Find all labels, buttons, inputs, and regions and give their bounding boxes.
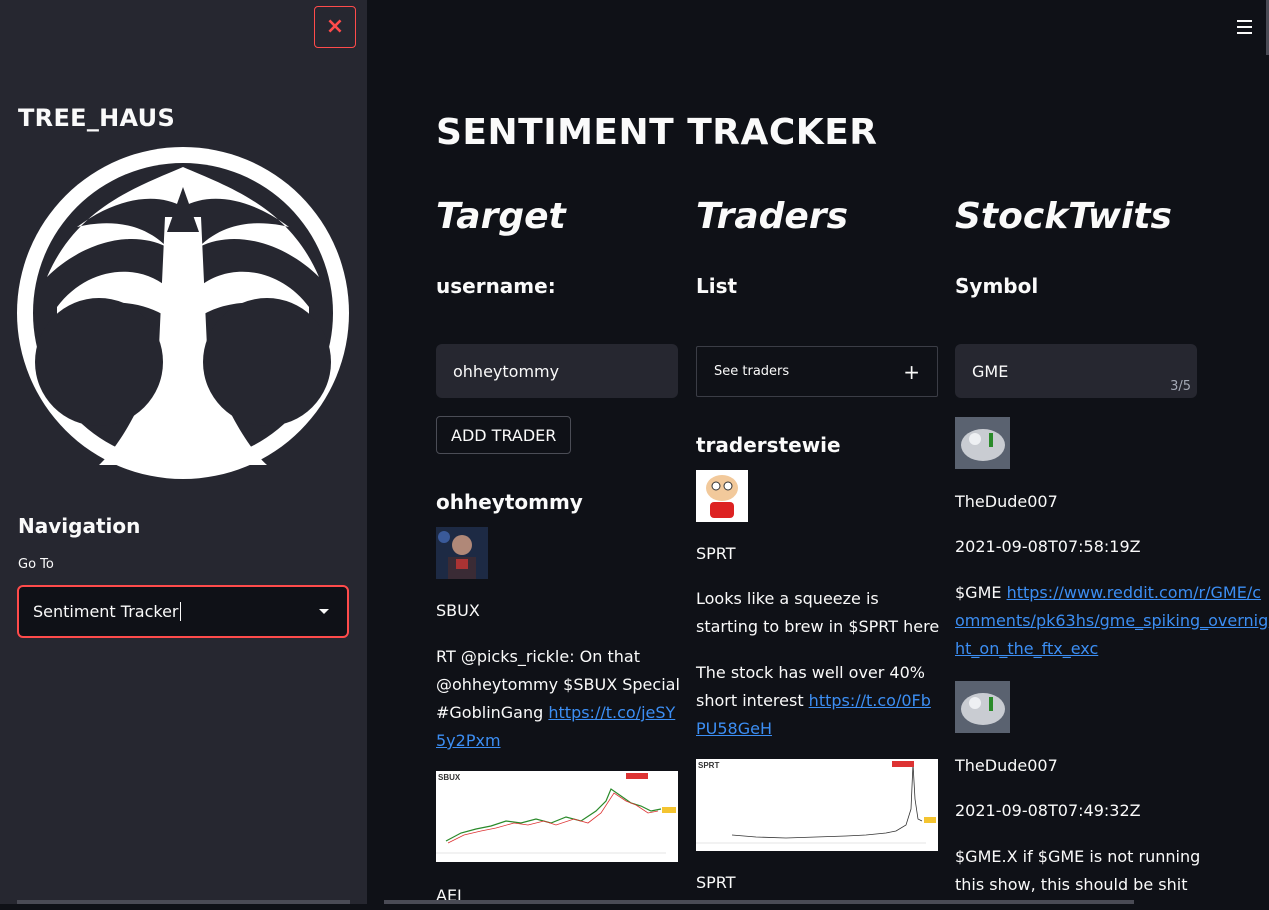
brand-title: TREE_HAUS — [18, 104, 176, 132]
stocktwits-column: StockTwits Symbol GME 3/5 — [955, 196, 1197, 398]
goto-label: Go To — [18, 557, 54, 572]
stock-chart-image: SBUX — [436, 771, 678, 862]
trader-post-text-2: The stock has well over 40% short intere… — [696, 659, 936, 743]
traders-column: Traders List See traders + — [696, 196, 938, 397]
stocktwits-avatar — [955, 417, 1010, 469]
target-column: Target username: ohheytommy ADD TRADER — [436, 196, 678, 454]
see-traders-label: See traders — [714, 364, 790, 379]
trader-username: traderstewie — [696, 433, 841, 457]
tree-logo — [17, 147, 349, 479]
username-input[interactable]: ohheytommy — [436, 344, 678, 398]
trader-chart-ticker: SPRT — [698, 761, 719, 770]
text-cursor — [179, 602, 181, 621]
char-counter: 3/5 — [1170, 379, 1191, 394]
list-label: List — [696, 274, 738, 298]
stocktwits-avatar-2 — [955, 681, 1010, 733]
chart-ticker: SBUX — [438, 773, 461, 782]
post-username: ohheytommy — [436, 490, 583, 514]
stocktwits-text: $GME https://www.reddit.com/r/GME/commen… — [955, 579, 1269, 663]
trader-stock-chart-image: SPRT — [696, 759, 938, 851]
close-icon: × — [325, 14, 345, 39]
username-input-value: ohheytommy — [453, 361, 560, 381]
trader-post-text-1: Looks like a squeeze is starting to brew… — [696, 589, 940, 636]
post-text: RT @picks_rickle: On that @ohheytommy $S… — [436, 643, 681, 755]
post-symbol: SBUX — [436, 601, 480, 620]
sidebar: × TREE_HAUS Navigation Go To Sentiment T… — [0, 0, 367, 904]
see-traders-expander[interactable]: See traders + — [696, 346, 938, 397]
username-label: username: — [436, 274, 556, 298]
page-title: SENTIMENT TRACKER — [436, 112, 878, 153]
stocktwits-text-2: $GME.X if $GME is not running this show,… — [955, 847, 1201, 894]
stocktwits-time-2: 2021-09-08T07:49:32Z — [955, 801, 1141, 820]
stocktwits-heading: StockTwits — [955, 196, 1172, 237]
navigation-title: Navigation — [18, 514, 141, 538]
stocktwits-user-2: TheDude007 — [955, 756, 1058, 775]
stocktwits-user: TheDude007 — [955, 492, 1058, 511]
stocktwits-text-body: $GME — [955, 583, 1007, 602]
trader-next-symbol: SPRT — [696, 873, 736, 892]
main-scrollbar[interactable] — [384, 900, 1134, 904]
add-trader-button[interactable]: ADD TRADER — [436, 416, 572, 454]
traders-heading: Traders — [696, 196, 849, 237]
close-sidebar-button[interactable]: × — [314, 6, 356, 48]
stocktwits-time: 2021-09-08T07:58:19Z — [955, 537, 1141, 556]
plus-icon: + — [903, 359, 920, 384]
sidebar-scrollbar[interactable] — [17, 900, 350, 904]
symbol-input-value: GME — [972, 361, 1009, 381]
page-select[interactable]: Sentiment Tracker — [17, 585, 349, 638]
trader-avatar — [696, 470, 748, 522]
target-heading: Target — [436, 196, 566, 237]
trader-post-symbol: SPRT — [696, 544, 736, 563]
menu-icon[interactable] — [1237, 20, 1252, 34]
avatar — [436, 527, 488, 579]
chevron-down-icon[interactable] — [319, 609, 329, 614]
page-select-value: Sentiment Tracker — [33, 602, 179, 621]
symbol-input[interactable]: GME 3/5 — [955, 344, 1197, 398]
symbol-label: Symbol — [955, 274, 1039, 298]
next-post-symbol: AEI — [436, 886, 462, 905]
